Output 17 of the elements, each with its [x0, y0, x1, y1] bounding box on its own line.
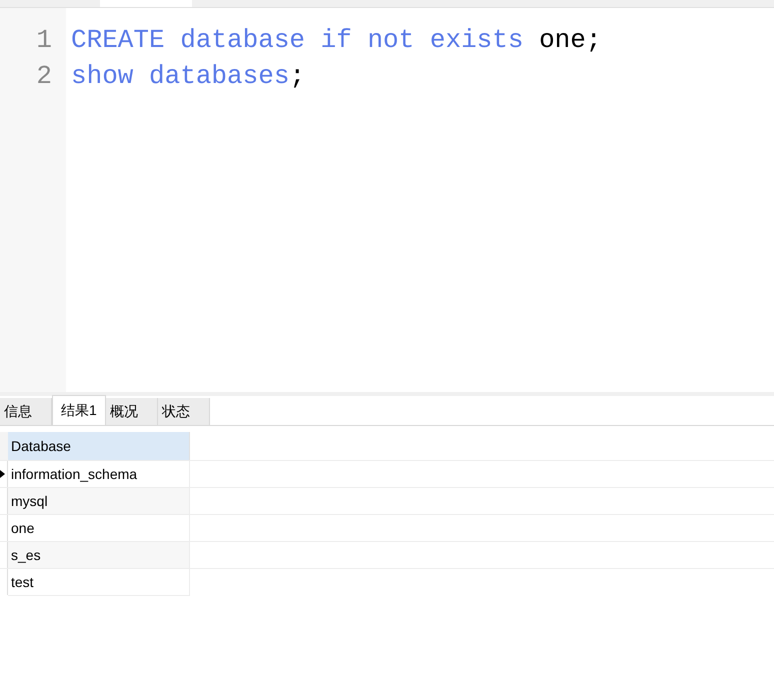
sql-text: one;: [539, 24, 602, 57]
editor-tab[interactable]: [100, 0, 192, 7]
line-number: 1: [36, 24, 52, 57]
result-tab[interactable]: 结果1: [52, 395, 106, 425]
code-editor[interactable]: 1 2 CREATE database if not exists one; show databases;: [0, 8, 774, 392]
column-header[interactable]: Database: [8, 432, 190, 460]
result-tab[interactable]: 信息: [0, 398, 52, 425]
sql-keyword: CREATE database if not exists: [71, 24, 524, 57]
sql-keyword: show databases: [71, 60, 290, 93]
line-number: 2: [36, 60, 52, 93]
row-pointer-icon: [0, 470, 5, 478]
table-cell: test: [8, 569, 190, 595]
result-tab[interactable]: 状态: [158, 398, 210, 425]
result-tab[interactable]: 概况: [106, 398, 158, 425]
table-cell: mysql: [8, 488, 190, 514]
sql-text: ;: [289, 60, 306, 93]
table-cell: s_es: [8, 542, 190, 568]
